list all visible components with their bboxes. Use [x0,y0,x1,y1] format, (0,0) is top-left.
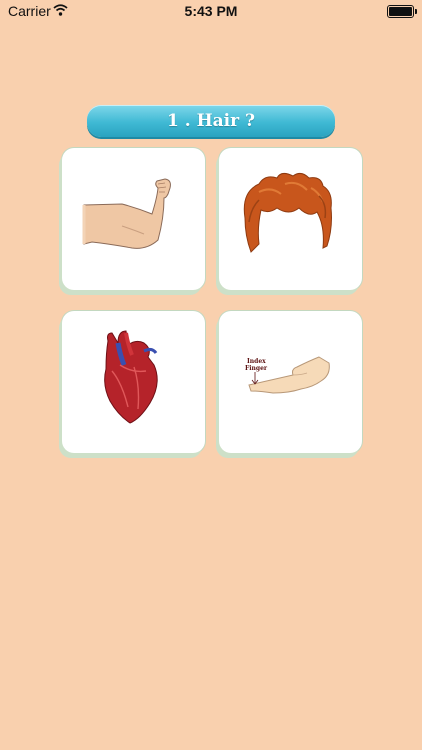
question-banner: 1 . Hair ? [87,105,335,137]
option-card-heart[interactable] [62,311,205,453]
option-card-arm[interactable] [62,148,205,290]
option-card-hair[interactable] [219,148,362,290]
status-bar: Carrier 5:43 PM [0,0,422,22]
index-finger-label-line2: Finger [245,365,268,372]
hair-image [243,172,332,253]
index-finger-label-line1: Index [247,358,266,365]
battery-icon [387,5,417,18]
status-time: 5:43 PM [184,3,238,19]
hand-image: Index Finger [245,356,330,394]
flexed-arm-image [82,178,171,249]
option-card-index-finger[interactable]: Index Finger [219,311,362,453]
heart-image [104,330,158,424]
